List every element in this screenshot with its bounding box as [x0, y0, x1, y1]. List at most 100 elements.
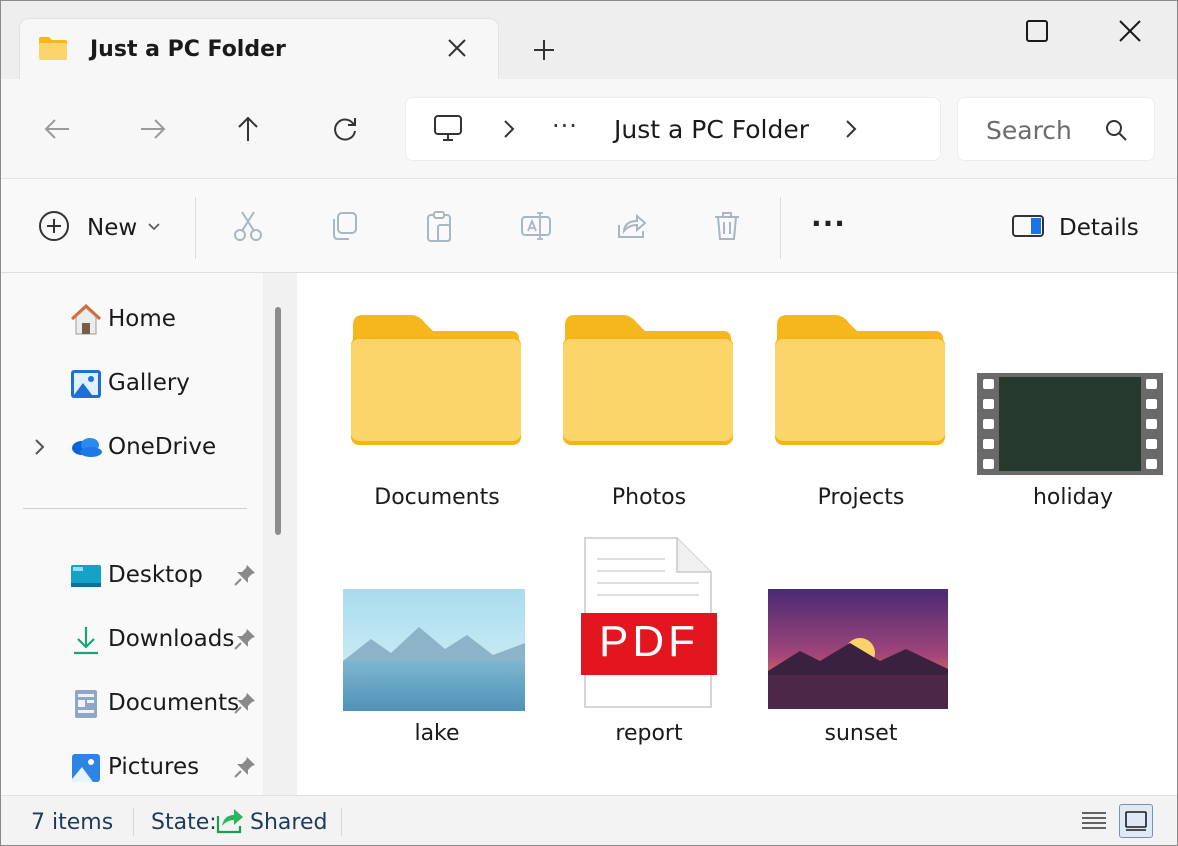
new-button[interactable]: New — [87, 215, 137, 241]
this-pc-icon[interactable] — [432, 112, 464, 144]
file-explorer-window: Just a PC Folder ··· Just a PC Folder Se… — [0, 0, 1178, 846]
back-arrow-icon[interactable] — [41, 113, 73, 145]
close-window-icon[interactable] — [1116, 17, 1144, 45]
file-item-label: Projects — [817, 485, 905, 510]
details-pane-icon[interactable] — [1011, 209, 1045, 243]
chevron-down-icon[interactable] — [146, 221, 162, 233]
folder-icon — [351, 315, 521, 445]
sidebar-item-gallery[interactable]: Gallery — [1, 357, 263, 409]
address-current-folder[interactable]: Just a PC Folder — [614, 115, 809, 144]
up-arrow-icon[interactable] — [232, 113, 264, 145]
file-item-lake[interactable]: lake — [337, 535, 537, 755]
cut-icon[interactable] — [231, 209, 265, 243]
pictures-icon — [72, 754, 100, 782]
download-icon — [74, 627, 98, 655]
gallery-icon — [71, 370, 101, 398]
sidebar-item-pictures[interactable]: Pictures — [1, 741, 263, 793]
folder-icon — [39, 37, 67, 60]
share-icon[interactable] — [615, 209, 649, 243]
sidebar-item-label: Gallery — [108, 370, 190, 396]
sidebar-item-label: Desktop — [108, 562, 203, 588]
file-item-sunset[interactable]: sunset — [761, 535, 961, 755]
state-value: Shared — [250, 810, 328, 835]
sunset-thumbnail-image — [768, 589, 948, 709]
minimize-icon[interactable] — [931, 17, 959, 45]
file-item-documents[interactable]: Documents — [337, 299, 537, 519]
file-item-label: lake — [414, 721, 460, 746]
chevron-right-icon[interactable] — [500, 118, 518, 140]
desktop-icon — [71, 565, 101, 587]
tab-just-a-pc-folder[interactable]: Just a PC Folder — [19, 18, 499, 80]
details-view-icon[interactable] — [1077, 804, 1111, 838]
status-separator — [341, 808, 342, 836]
sidebar-item-label: Pictures — [108, 754, 200, 780]
file-item-projects[interactable]: Projects — [761, 299, 961, 519]
sidebar-item-label: Documents — [108, 690, 240, 716]
refresh-icon[interactable] — [329, 113, 361, 145]
maximize-icon[interactable] — [1023, 17, 1051, 45]
file-item-holiday[interactable]: holiday — [973, 299, 1173, 519]
navigation-bar: ··· Just a PC Folder Search — [1, 79, 1177, 179]
file-item-label: Documents — [374, 485, 500, 510]
file-item-label: sunset — [824, 721, 898, 746]
paste-icon[interactable] — [422, 209, 456, 243]
pin-icon[interactable] — [233, 691, 257, 715]
sidebar-item-home[interactable]: Home — [1, 293, 263, 345]
file-item-label: holiday — [1032, 485, 1114, 510]
lake-thumbnail-image — [343, 589, 525, 711]
file-item-photos[interactable]: Photos — [549, 299, 749, 519]
shared-icon — [216, 809, 243, 834]
folder-icon — [775, 315, 945, 445]
pin-icon[interactable] — [233, 627, 257, 651]
search-box[interactable]: Search — [957, 97, 1155, 161]
large-icons-view-button[interactable] — [1119, 804, 1153, 838]
search-icon[interactable] — [1104, 118, 1128, 142]
pin-icon[interactable] — [233, 755, 257, 779]
pdf-badge: PDF — [599, 617, 699, 666]
home-icon — [70, 303, 102, 335]
rename-icon[interactable] — [519, 209, 553, 243]
sidebar-item-label: Downloads — [108, 626, 235, 652]
address-bar[interactable]: ··· Just a PC Folder — [405, 97, 941, 161]
state-label: State: — [151, 810, 217, 835]
title-bar: Just a PC Folder — [1, 1, 1177, 80]
delete-icon[interactable] — [710, 209, 744, 243]
pin-icon[interactable] — [233, 563, 257, 587]
file-list: Documents Photos Projects holiday lake P… — [298, 273, 1177, 795]
onedrive-icon — [72, 438, 102, 457]
toolbar-separator — [780, 197, 781, 259]
status-separator — [133, 808, 134, 836]
navigation-pane: Home Gallery OneDrive Desktop Downloads … — [1, 273, 297, 795]
sidebar-item-documents[interactable]: Documents — [1, 677, 263, 729]
details-button[interactable]: Details — [1059, 215, 1139, 241]
more-options-button[interactable]: ··· — [811, 207, 846, 240]
copy-icon[interactable] — [327, 209, 361, 243]
sidebar-item-desktop[interactable]: Desktop — [1, 549, 263, 601]
tab-title: Just a PC Folder — [90, 37, 286, 62]
status-bar: 7 items State: Shared — [1, 795, 1177, 845]
item-count: 7 items — [31, 810, 114, 835]
sidebar-divider — [23, 508, 247, 509]
search-placeholder[interactable]: Search — [986, 116, 1072, 145]
new-tab-icon[interactable] — [531, 37, 557, 63]
close-tab-icon[interactable] — [446, 37, 468, 59]
file-item-report[interactable]: PDF report — [549, 535, 749, 755]
forward-arrow-icon[interactable] — [137, 113, 169, 145]
folder-icon — [563, 315, 733, 445]
video-thumbnail-icon — [977, 373, 1163, 475]
new-plus-icon[interactable] — [37, 209, 71, 243]
command-bar: New ··· Details — [1, 179, 1177, 273]
sidebar-scrollbar-thumb[interactable] — [275, 307, 281, 535]
sidebar-item-downloads[interactable]: Downloads — [1, 613, 263, 665]
file-item-label: report — [615, 721, 683, 746]
documents-icon — [75, 690, 97, 718]
chevron-right-icon[interactable] — [842, 118, 860, 140]
address-more-button[interactable]: ··· — [552, 112, 578, 140]
sidebar-item-onedrive[interactable]: OneDrive — [1, 421, 263, 473]
toolbar-separator — [195, 197, 196, 259]
chevron-right-icon[interactable] — [31, 437, 47, 457]
sidebar-item-label: OneDrive — [108, 434, 217, 460]
file-item-label: Photos — [611, 485, 687, 510]
sidebar-item-label: Home — [108, 306, 176, 332]
large-icons-view-icon — [1125, 811, 1147, 831]
